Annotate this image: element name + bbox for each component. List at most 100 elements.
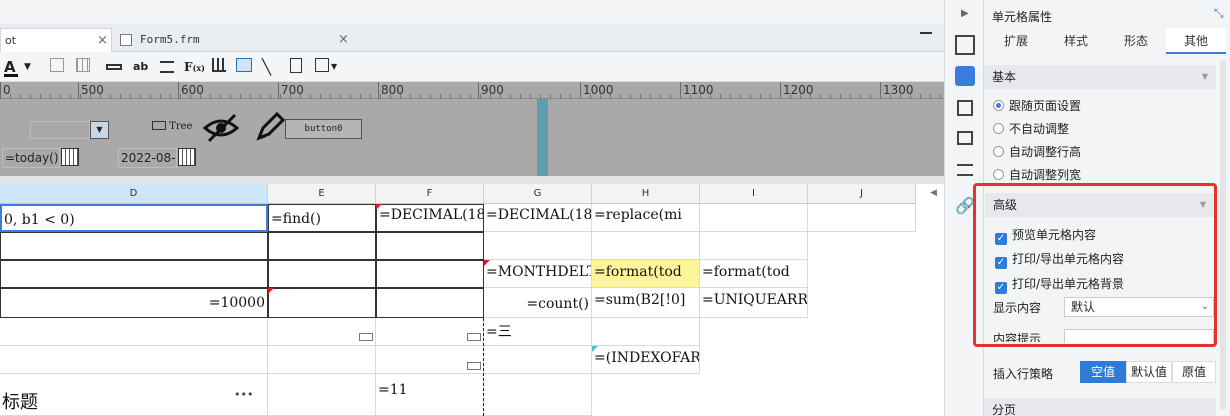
- calendar-icon[interactable]: [61, 148, 79, 166]
- cell-g1[interactable]: =DECIMAL(18: [484, 204, 592, 232]
- column-header-i[interactable]: I: [700, 184, 808, 204]
- calendar-icon[interactable]: [178, 148, 196, 166]
- cell-d5[interactable]: [0, 318, 268, 346]
- cell-i1[interactable]: [700, 204, 808, 232]
- panel-scrollbar[interactable]: [1220, 60, 1226, 410]
- cell-f4[interactable]: [376, 288, 484, 318]
- insert-original-button[interactable]: 原值: [1172, 361, 1216, 383]
- radio-follow-page[interactable]: 跟随页面设置: [993, 97, 1081, 114]
- dropdown-arrow-icon[interactable]: ▼: [331, 58, 337, 76]
- cell-f7[interactable]: =11: [376, 374, 484, 416]
- cell-f1[interactable]: =DECIMAL(18: [376, 204, 484, 232]
- collapse-icon[interactable]: ▼: [1200, 193, 1206, 217]
- slash-icon[interactable]: ╲: [262, 58, 271, 76]
- param-combo-box[interactable]: [30, 121, 90, 139]
- tab-other[interactable]: 其他: [1166, 28, 1226, 54]
- column-header-j[interactable]: J: [808, 184, 916, 204]
- column-header-e[interactable]: E: [268, 184, 376, 204]
- cell-e7[interactable]: [268, 374, 376, 416]
- date-formula-field[interactable]: =today(): [2, 148, 60, 168]
- cell-h5[interactable]: [592, 318, 700, 346]
- combo-dropdown-icon[interactable]: ▼: [90, 121, 109, 139]
- chart-icon[interactable]: [212, 58, 226, 72]
- cell-d7[interactable]: 标题 •••: [0, 374, 268, 416]
- cell-h2[interactable]: [592, 232, 700, 260]
- cell-e5[interactable]: [268, 318, 376, 346]
- cell-g7[interactable]: [484, 374, 592, 416]
- tab-style[interactable]: 样式: [1052, 28, 1100, 54]
- cell-h1[interactable]: =replace(mi: [592, 204, 700, 232]
- floating-element-icon[interactable]: [957, 100, 973, 116]
- date-value-field[interactable]: 2022-08-: [118, 148, 177, 168]
- cell-g5[interactable]: =三: [484, 318, 592, 346]
- cell-g4[interactable]: =count(): [484, 288, 592, 318]
- paging-section-header[interactable]: 分页: [984, 398, 1216, 416]
- expand-panel-icon[interactable]: ▶: [961, 8, 969, 19]
- column-header-g[interactable]: G: [484, 184, 592, 204]
- widget-icon[interactable]: [315, 58, 329, 72]
- radio-auto-row-height[interactable]: 自动调整行高: [993, 143, 1081, 160]
- collapse-toolbar-icon[interactable]: [920, 32, 932, 42]
- image-icon[interactable]: [236, 58, 252, 72]
- vertical-scrollbar-arrow[interactable]: ◀: [930, 188, 937, 198]
- cell-d4[interactable]: =10000: [0, 288, 268, 318]
- cell-e6[interactable]: [268, 346, 376, 374]
- cell-f5[interactable]: [376, 318, 484, 346]
- cell-d1[interactable]: 0, b1 < 0): [0, 204, 268, 232]
- parameter-pane-edge[interactable]: [537, 99, 548, 176]
- column-header-h[interactable]: H: [592, 184, 700, 204]
- cell-i4[interactable]: =UNIQUEARRA: [700, 288, 808, 318]
- panel-dock-icon[interactable]: ⤡: [1214, 6, 1224, 21]
- tab-current[interactable]: ot ×: [0, 28, 112, 52]
- basic-section-header[interactable]: 基本 ▼: [984, 65, 1216, 89]
- column-header-f[interactable]: F: [376, 184, 484, 204]
- edit-pen-icon[interactable]: [255, 110, 285, 142]
- button0-widget[interactable]: button0: [285, 119, 362, 139]
- subreport-icon[interactable]: [290, 58, 302, 73]
- advanced-section-header[interactable]: 高级 ▼: [985, 193, 1214, 217]
- more-icon[interactable]: •••: [234, 388, 253, 401]
- condition-attribute-icon[interactable]: [957, 164, 973, 176]
- cell-g2[interactable]: [484, 232, 592, 260]
- cell-g6[interactable]: [484, 346, 592, 374]
- insert-empty-button[interactable]: 空值: [1080, 361, 1126, 383]
- close-icon[interactable]: ×: [97, 29, 108, 53]
- cell-j1[interactable]: [808, 204, 916, 232]
- hyperlink-icon[interactable]: 🔗: [955, 196, 975, 216]
- hidden-eye-icon[interactable]: [203, 112, 239, 144]
- widget-settings-icon[interactable]: [957, 131, 973, 145]
- check-print-background[interactable]: ✓ 打印/导出单元格背景: [995, 275, 1124, 294]
- radio-no-auto[interactable]: 不自动调整: [993, 120, 1069, 137]
- cell-h3[interactable]: =format(tod: [592, 260, 700, 288]
- tab-form[interactable]: 形态: [1112, 28, 1160, 54]
- cell-f3[interactable]: [376, 260, 484, 288]
- cell-e4[interactable]: [268, 288, 376, 318]
- tooltip-input[interactable]: [1064, 329, 1214, 343]
- cell-d3[interactable]: [0, 260, 268, 288]
- close-icon[interactable]: ×: [338, 28, 349, 52]
- display-content-select[interactable]: 默认 ⌄: [1064, 297, 1214, 317]
- pane-divider[interactable]: [0, 176, 944, 184]
- border-icon[interactable]: [50, 58, 64, 72]
- insert-default-button[interactable]: 默认值: [1126, 361, 1172, 383]
- cell-e2[interactable]: [268, 232, 376, 260]
- grid-icon[interactable]: [76, 58, 90, 72]
- merge-icon[interactable]: [106, 64, 122, 70]
- tab-form5[interactable]: Form5.frm ×: [116, 28, 352, 52]
- cell-h6[interactable]: =(INDEXOFAR: [592, 346, 700, 374]
- check-preview-content[interactable]: ✓ 预览单元格内容: [995, 226, 1096, 245]
- cell-i3[interactable]: =format(tod: [700, 260, 808, 288]
- cell-attribute-icon[interactable]: [955, 35, 975, 55]
- font-color-button[interactable]: A: [4, 58, 18, 77]
- radio-auto-col-width[interactable]: 自动调整列宽: [993, 166, 1081, 183]
- cell-e3[interactable]: [268, 260, 376, 288]
- cell-e1[interactable]: =find(): [268, 204, 376, 232]
- cell-d2[interactable]: [0, 232, 268, 260]
- cell-element-icon[interactable]: [955, 66, 975, 86]
- column-header-d[interactable]: D: [0, 184, 268, 204]
- align-icon[interactable]: [160, 61, 174, 73]
- text-ab-icon[interactable]: ab: [133, 58, 148, 76]
- cell-d6[interactable]: [0, 346, 268, 374]
- formula-icon[interactable]: F(x): [184, 58, 205, 76]
- cell-h4[interactable]: =sum(B2[!0]: [592, 288, 700, 318]
